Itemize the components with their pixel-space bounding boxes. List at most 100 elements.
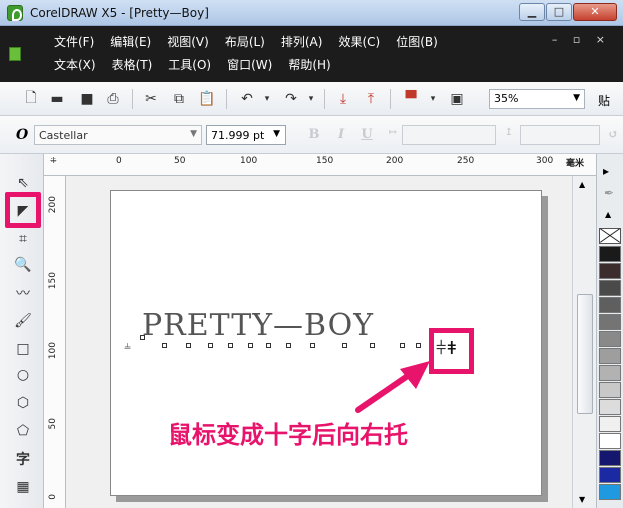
baseline-shift-icon[interactable]: ↥ — [500, 127, 518, 145]
minimize-button[interactable]: ▁ — [519, 3, 545, 21]
menu-window[interactable]: 窗口(W) — [219, 56, 280, 74]
text-node-handle[interactable] — [370, 343, 375, 348]
color-swatch[interactable] — [599, 280, 621, 296]
no-color-swatch[interactable] — [599, 228, 621, 244]
ruler-origin-icon[interactable]: ⁜ — [50, 156, 57, 165]
text-node-handle[interactable] — [248, 343, 253, 348]
color-swatch[interactable] — [599, 314, 621, 330]
maximize-button[interactable]: □ — [546, 3, 572, 21]
kerning-icon[interactable]: ↦ — [384, 127, 402, 145]
color-swatch[interactable] — [599, 365, 621, 381]
menu-edit[interactable]: 编辑(E) — [102, 33, 159, 51]
freehand-tool-icon[interactable]: 〰 — [12, 282, 34, 304]
welcome-screen-icon[interactable]: ▣ — [448, 90, 466, 108]
color-swatch[interactable] — [599, 297, 621, 313]
menu-text[interactable]: 文本(X) — [46, 56, 104, 74]
zoom-tool-icon[interactable]: 🔍 — [12, 254, 34, 276]
color-swatch[interactable] — [599, 348, 621, 364]
rectangle-tool-icon[interactable]: □ — [12, 338, 34, 360]
menu-layout[interactable]: 布局(L) — [217, 33, 273, 51]
snap-to-label[interactable]: 贴 — [598, 92, 610, 109]
redo-icon[interactable]: ↷ — [282, 90, 300, 108]
color-swatch[interactable] — [599, 399, 621, 415]
font-size-value: 71.999 pt — [211, 129, 265, 142]
artistic-text-object[interactable]: PRETTY—BOY — [142, 308, 374, 343]
print-icon[interactable]: ⎙ — [104, 90, 122, 108]
application-launcher-icon[interactable]: ▀ — [402, 90, 420, 108]
launcher-dropdown-icon[interactable]: ▾ — [424, 90, 442, 108]
smart-fill-icon[interactable]: 🖌 — [12, 310, 34, 332]
color-swatch[interactable] — [599, 467, 621, 483]
text-node-handle[interactable] — [266, 343, 271, 348]
menu-tools[interactable]: 工具(O) — [160, 56, 219, 74]
menu-help[interactable]: 帮助(H) — [280, 56, 338, 74]
menu-view[interactable]: 视图(V) — [159, 33, 217, 51]
horizontal-ruler[interactable]: ⁜ 0 50 100 150 200 250 300 毫米 — [44, 154, 596, 176]
text-node-handle[interactable] — [400, 343, 405, 348]
color-swatch[interactable] — [599, 331, 621, 347]
cut-icon[interactable]: ✂ — [142, 90, 160, 108]
zoom-level-select[interactable]: 35% ▼ — [489, 89, 585, 109]
paste-icon[interactable]: 📋 — [198, 90, 216, 108]
undo-dropdown-icon[interactable]: ▾ — [258, 90, 276, 108]
coreldraw-app-icon[interactable] — [7, 5, 23, 21]
document-icon[interactable] — [9, 47, 21, 61]
convert-text-icon[interactable]: ↺ — [604, 127, 622, 145]
color-swatch[interactable] — [599, 246, 621, 262]
menu-table[interactable]: 表格(T) — [104, 56, 161, 74]
text-node-handle[interactable] — [286, 343, 291, 348]
export-icon[interactable]: ⤒ — [362, 90, 380, 108]
pick-tool-icon[interactable]: ⇖ — [12, 172, 34, 194]
copy-icon[interactable]: ⧉ — [170, 90, 188, 108]
palette-scroll-up-icon[interactable]: ▲ — [605, 210, 611, 219]
text-node-handle[interactable] — [228, 343, 233, 348]
text-node-handle[interactable] — [342, 343, 347, 348]
color-swatch[interactable] — [599, 450, 621, 466]
text-node-handle[interactable] — [140, 335, 145, 340]
menu-effects[interactable]: 效果(C) — [330, 33, 388, 51]
page-area[interactable] — [110, 190, 542, 496]
redo-dropdown-icon[interactable]: ▾ — [302, 90, 320, 108]
color-swatch[interactable] — [599, 263, 621, 279]
text-node-handle[interactable] — [310, 343, 315, 348]
save-icon[interactable]: ■ — [78, 90, 96, 108]
vertical-scrollbar[interactable]: ▲ ▼ — [572, 176, 596, 508]
scroll-down-icon[interactable]: ▼ — [579, 495, 585, 504]
text-tool-icon[interactable]: 字 — [12, 448, 34, 470]
polygon-tool-icon[interactable]: ⬡ — [12, 392, 34, 414]
eyedropper-icon[interactable]: ✒ — [604, 186, 614, 200]
text-origin-marker-icon[interactable]: ⫨ — [124, 338, 131, 353]
menu-file[interactable]: 文件(F) — [46, 33, 102, 51]
close-button[interactable]: ✕ — [573, 3, 617, 21]
color-swatch[interactable] — [599, 433, 621, 449]
menu-arrange[interactable]: 排列(A) — [273, 33, 331, 51]
color-swatch[interactable] — [599, 382, 621, 398]
color-swatch[interactable] — [599, 416, 621, 432]
scroll-up-icon[interactable]: ▲ — [579, 180, 585, 189]
vertical-spacing-field[interactable] — [520, 125, 600, 145]
palette-flyout-icon[interactable]: ▸ — [603, 164, 609, 178]
italic-icon[interactable]: I — [332, 127, 350, 145]
vertical-ruler[interactable]: 200 150 100 50 0 — [44, 176, 66, 508]
color-swatch[interactable] — [599, 484, 621, 500]
document-window-controls[interactable]: – ▫ × — [552, 33, 611, 46]
scrollbar-thumb[interactable] — [577, 294, 593, 414]
font-size-select[interactable]: 71.999 pt ▼ — [206, 125, 286, 145]
ellipse-tool-icon[interactable]: ○ — [12, 364, 34, 386]
menu-bitmaps[interactable]: 位图(B) — [388, 33, 446, 51]
text-node-handle[interactable] — [416, 343, 421, 348]
table-tool-icon[interactable]: ▦ — [12, 476, 34, 498]
new-document-icon[interactable]: 🗋 — [22, 90, 40, 108]
text-node-handle[interactable] — [162, 343, 167, 348]
undo-icon[interactable]: ↶ — [238, 90, 256, 108]
open-folder-icon[interactable]: ▬ — [48, 90, 66, 108]
text-node-handle[interactable] — [186, 343, 191, 348]
crop-tool-icon[interactable]: ⌗ — [12, 228, 34, 250]
underline-icon[interactable]: U — [358, 127, 376, 145]
font-list-select[interactable]: Castellar ▼ — [34, 125, 202, 145]
horizontal-spacing-field[interactable] — [402, 125, 496, 145]
import-icon[interactable]: ⤓ — [334, 90, 352, 108]
basic-shapes-icon[interactable]: ⬠ — [12, 420, 34, 442]
bold-icon[interactable]: B — [305, 127, 323, 145]
text-node-handle[interactable] — [208, 343, 213, 348]
